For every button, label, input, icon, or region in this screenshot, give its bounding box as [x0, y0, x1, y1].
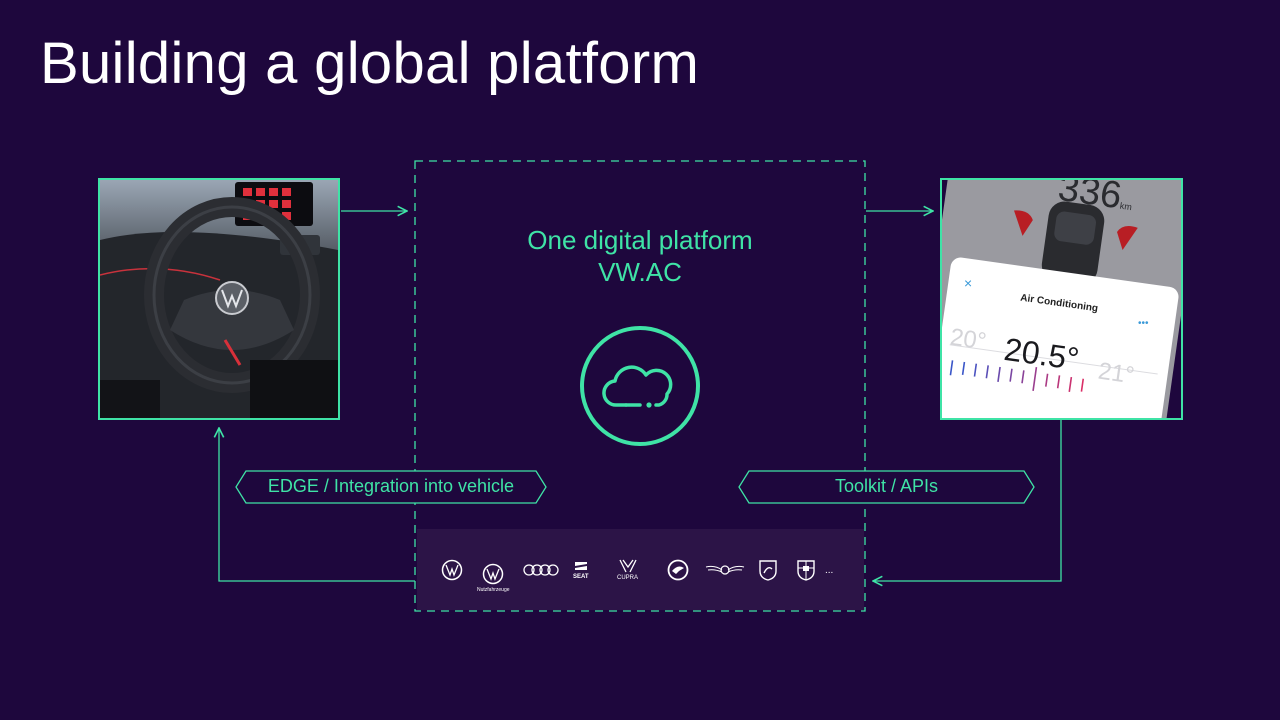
cupra-label: CUPRA: [617, 574, 639, 581]
mobile-app-image: 336km × Air Conditioning ••• 20° 20.5° 2…: [940, 178, 1183, 420]
cupra-logo: CUPRA: [617, 529, 638, 610]
toolkit-tag-label: Toolkit / APIs: [834, 476, 939, 496]
vehicle-interior-image: [98, 178, 340, 420]
close-icon[interactable]: ×: [964, 275, 972, 291]
brand-logo-strip: Nutzfahrzeuge SEAT CUPRA ...: [417, 529, 864, 610]
more-brands-ellipsis: ...: [825, 565, 834, 576]
vw-logo: [441, 529, 463, 610]
more-options-icon[interactable]: •••: [1138, 318, 1149, 329]
lamborghini-logo: [759, 529, 777, 610]
audi-logo: [523, 529, 559, 610]
seat-logo: SEAT: [573, 529, 589, 610]
seat-label: SEAT: [573, 573, 589, 580]
platform-heading-line1: One digital platform: [527, 225, 753, 255]
arrow-brands-to-car: [219, 428, 415, 582]
cloud-icon: [580, 326, 700, 446]
skoda-logo: [667, 529, 689, 610]
platform-heading-line2: VW.AC: [598, 257, 682, 287]
temp-left: 20°: [948, 323, 989, 356]
edge-tag-label: EDGE / Integration into vehicle: [267, 476, 515, 496]
vw-nutzfahrzeuge-logo: Nutzfahrzeuge: [477, 537, 510, 618]
nutzfahrzeuge-label: Nutzfahrzeuge: [477, 586, 510, 593]
porsche-logo: [797, 529, 815, 610]
temp-right: 21°: [1096, 357, 1137, 390]
range-unit: km: [1119, 200, 1133, 213]
platform-heading: One digital platform VW.AC: [415, 224, 865, 288]
bentley-logo: [705, 529, 745, 610]
